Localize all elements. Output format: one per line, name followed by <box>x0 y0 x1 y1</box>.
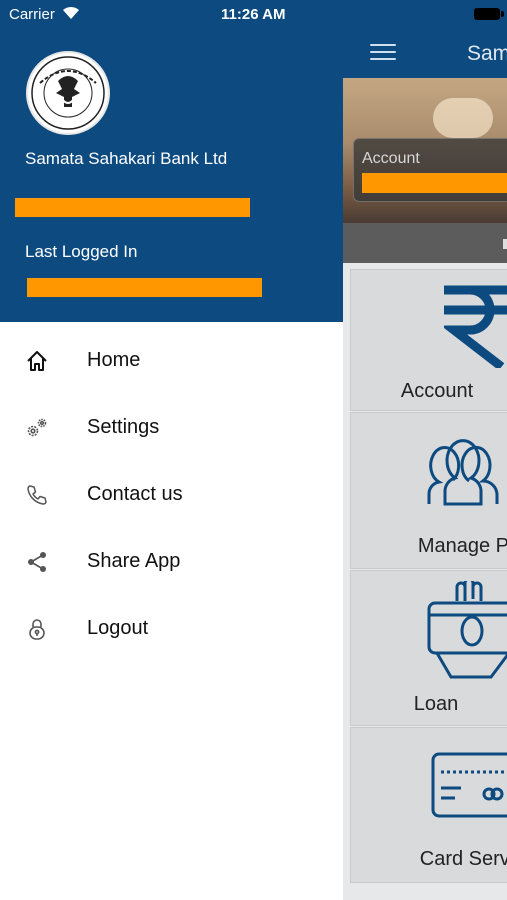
menu-item-label: Share App <box>87 550 181 572</box>
menu-item-settings[interactable]: Settings <box>0 394 343 461</box>
rupee-icon <box>444 285 507 368</box>
people-icon <box>427 439 499 506</box>
tile-label: Loan <box>413 693 459 715</box>
account-number-redacted <box>362 173 507 193</box>
menu-item-label: Contact us <box>87 483 183 505</box>
menu-item-home[interactable]: Home <box>0 327 343 394</box>
status-bar: Carrier 11:26 AM <box>0 0 343 30</box>
home-icon <box>27 351 47 371</box>
lock-icon <box>29 619 45 640</box>
last-logged-label: Last Logged In <box>25 242 138 261</box>
tile-card-services[interactable]: Card Servi <box>351 728 507 882</box>
battery-icon <box>474 8 504 20</box>
tile-label: Account <box>400 380 474 402</box>
last-logged-value-redacted <box>27 278 262 297</box>
account-card[interactable]: Account <box>353 138 507 202</box>
status-bar-right <box>343 0 507 30</box>
menu-item-logout[interactable]: Logout <box>0 595 343 662</box>
account-banner: Account <box>343 78 507 263</box>
app-title: Sam <box>467 42 507 65</box>
tile-account[interactable]: Account <box>351 270 507 410</box>
banner-band <box>343 223 507 263</box>
tile-manage-payee[interactable]: Manage Pa <box>351 413 507 568</box>
tile-label: Manage Pa <box>417 535 507 557</box>
carrier-label: Carrier <box>9 6 55 23</box>
menu-item-share[interactable]: Share App <box>0 528 343 595</box>
tile-label: Card Servi <box>419 848 507 870</box>
menu-item-contact[interactable]: Contact us <box>0 461 343 528</box>
drawer-menu: Home Settings Contact us Share App Logou… <box>0 327 343 662</box>
phone-icon <box>27 485 47 505</box>
menu-item-label: Logout <box>87 617 149 639</box>
wifi-icon <box>63 6 79 19</box>
tile-loan[interactable]: Loan <box>351 571 507 725</box>
menu-item-label: Settings <box>87 416 160 438</box>
loan-hand-icon <box>427 581 507 679</box>
menu-icon[interactable] <box>370 44 396 62</box>
menu-item-label: Home <box>87 349 141 371</box>
app-bar: Sam <box>343 30 507 78</box>
card-icon <box>431 752 507 818</box>
drawer-header: Carrier 11:26 AM Samata Sahakari Bank Lt… <box>0 0 343 322</box>
share-icon <box>28 552 46 572</box>
gears-icon <box>27 418 47 437</box>
customer-name-redacted <box>15 198 250 217</box>
bank-name: Samata Sahakari Bank Ltd <box>25 149 228 168</box>
clock: 11:26 AM <box>221 6 286 23</box>
account-label: Account <box>362 150 420 167</box>
navigation-drawer: Carrier 11:26 AM Samata Sahakari Bank Lt… <box>0 0 343 900</box>
bank-logo <box>26 51 110 135</box>
main-screen: Sam Account Account Manage Pa <box>343 0 507 900</box>
